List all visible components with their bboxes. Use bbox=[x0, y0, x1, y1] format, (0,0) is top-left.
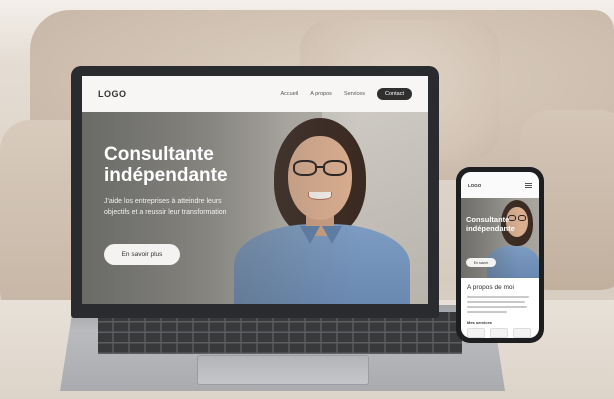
phone-hero-title: Consultante indépendante bbox=[466, 215, 516, 233]
service-card[interactable] bbox=[513, 328, 531, 338]
laptop-lid: LOGO Accueil A propos Services Contact C… bbox=[71, 66, 439, 318]
nav-link-about[interactable]: A propos bbox=[310, 91, 332, 97]
site-logo[interactable]: LOGO bbox=[98, 89, 127, 99]
contact-button[interactable]: Contact bbox=[377, 88, 412, 100]
hero-title-line-1: Consultante bbox=[104, 144, 214, 165]
phone-hero-title-line-2: indépendante bbox=[466, 223, 515, 233]
smartphone: LOGO Consultante indépendante En savoir bbox=[456, 167, 544, 343]
laptop-site-navbar: LOGO Accueil A propos Services Contact bbox=[82, 76, 428, 112]
nav-link-accueil[interactable]: Accueil bbox=[280, 91, 298, 97]
phone-hero-section: Consultante indépendante En savoir bbox=[461, 198, 539, 278]
service-card[interactable] bbox=[467, 328, 485, 338]
about-text-line bbox=[467, 306, 527, 308]
learn-more-button[interactable]: En savoir plus bbox=[104, 244, 180, 265]
about-heading: A propos de moi bbox=[467, 284, 514, 291]
phone-site-logo[interactable]: LOGO bbox=[468, 183, 481, 188]
hamburger-menu-icon[interactable] bbox=[525, 182, 532, 188]
phone-learn-more-button[interactable]: En savoir bbox=[466, 258, 496, 267]
phone-screen: LOGO Consultante indépendante En savoir bbox=[461, 172, 539, 338]
about-text-line bbox=[467, 301, 525, 303]
phone-site-navbar: LOGO bbox=[461, 172, 539, 198]
laptop-hero-section: Consultante indépendante J'aide los entr… bbox=[82, 112, 428, 304]
laptop-screen: LOGO Accueil A propos Services Contact C… bbox=[82, 76, 428, 304]
about-text-line bbox=[467, 296, 529, 298]
service-card[interactable] bbox=[490, 328, 508, 338]
laptop-keyboard bbox=[98, 312, 462, 354]
photo-scene: LOGO Accueil A propos Services Contact C… bbox=[0, 0, 614, 399]
hero-subtitle: J'aide los entreprises à atteindre leurs… bbox=[104, 198, 227, 216]
services-heading: Mes services bbox=[467, 320, 492, 325]
hero-title: Consultante indépendante bbox=[104, 144, 264, 186]
nav-links: Accueil A propos Services Contact bbox=[280, 88, 412, 100]
nav-link-services[interactable]: Services bbox=[344, 91, 365, 97]
laptop-trackpad bbox=[197, 355, 369, 385]
hero-title-line-2: indépendante bbox=[104, 165, 228, 186]
about-text-line bbox=[467, 311, 507, 313]
